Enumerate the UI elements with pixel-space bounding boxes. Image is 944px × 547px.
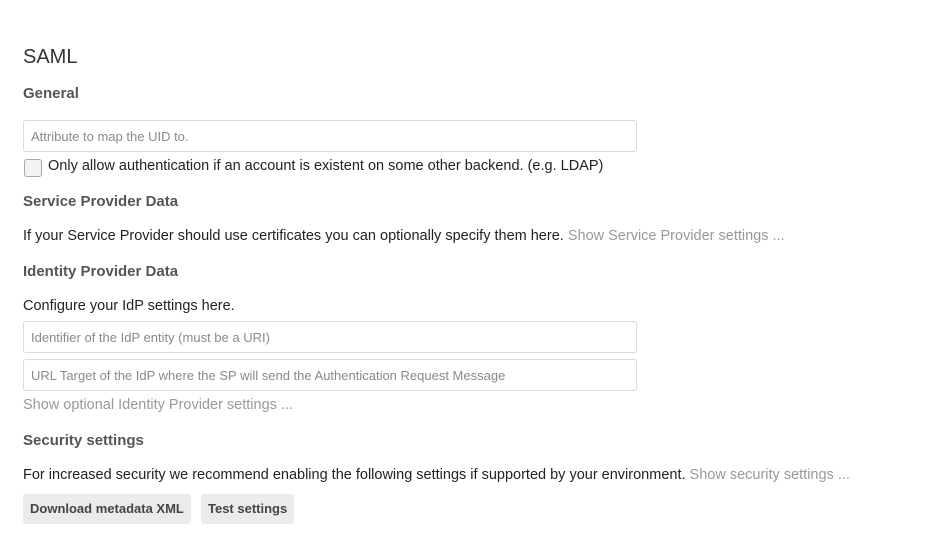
identity-provider-description: Configure your IdP settings here. <box>23 298 235 314</box>
idp-sso-url-input[interactable] <box>23 359 637 391</box>
service-provider-row: If your Service Provider should use cert… <box>23 228 785 244</box>
show-optional-idp-settings-link[interactable]: Show optional Identity Provider settings… <box>23 397 293 413</box>
service-provider-heading: Service Provider Data <box>23 193 179 210</box>
security-description: For increased security we recommend enab… <box>23 467 686 483</box>
test-settings-button[interactable]: Test settings <box>201 494 295 524</box>
show-service-provider-settings-link[interactable]: Show Service Provider settings ... <box>568 228 785 244</box>
saml-settings-page: SAML General Only allow authentication i… <box>0 0 944 547</box>
show-security-settings-link[interactable]: Show security settings ... <box>690 467 850 483</box>
identity-provider-heading: Identity Provider Data <box>23 263 179 280</box>
service-provider-description: If your Service Provider should use cert… <box>23 228 564 244</box>
uid-mapping-input[interactable] <box>23 120 637 152</box>
general-heading: General <box>23 85 79 102</box>
section-title: SAML <box>23 46 78 68</box>
existing-account-checkbox-label[interactable]: Only allow authentication if an account … <box>48 158 603 174</box>
existing-account-checkbox[interactable] <box>24 159 42 177</box>
download-metadata-button[interactable]: Download metadata XML <box>23 494 191 524</box>
security-heading: Security settings <box>23 432 144 449</box>
security-row: For increased security we recommend enab… <box>23 467 850 483</box>
idp-entity-id-input[interactable] <box>23 321 637 353</box>
